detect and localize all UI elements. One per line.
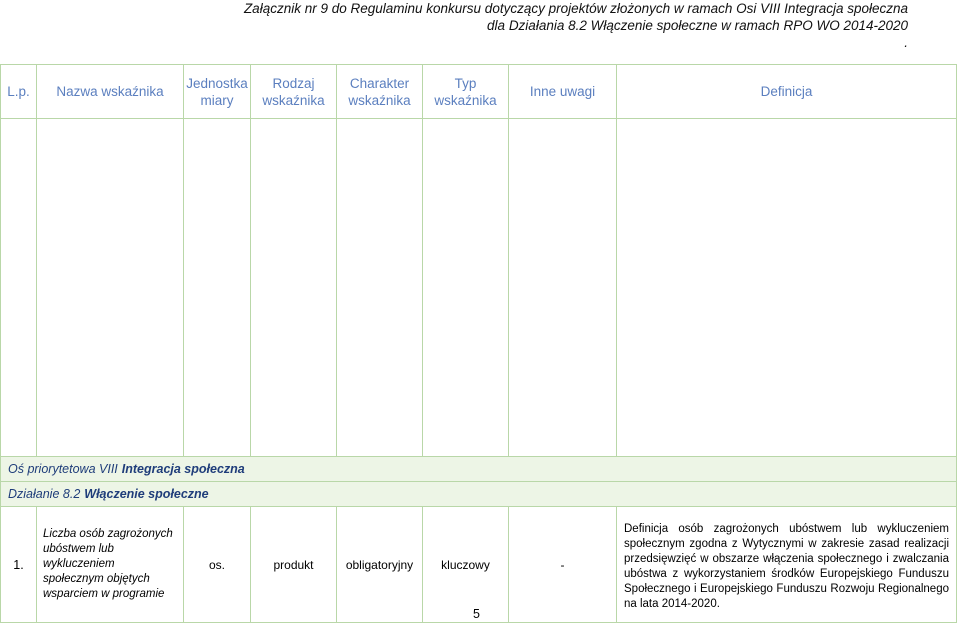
header-line-2: dla Działania 8.2 Włączenie społeczne w … bbox=[487, 18, 908, 33]
header-kind: Rodzaj wskaźnika bbox=[250, 64, 337, 119]
row-notes: - bbox=[508, 506, 617, 623]
row-character: obligatoryjny bbox=[336, 506, 423, 623]
measure-prefix: Działanie 8.2 bbox=[8, 487, 81, 501]
table-header-row: L.p. Nazwa wskaźnika Jednostka miary Rod… bbox=[0, 64, 957, 119]
table-blank-row bbox=[0, 118, 957, 457]
header-character: Charakter wskaźnika bbox=[336, 64, 423, 119]
row-type: kluczowy bbox=[422, 506, 509, 623]
row-name: Liczba osób zagrożonych ubóstwem lub wyk… bbox=[36, 506, 184, 623]
header-line-3: . bbox=[904, 35, 908, 50]
axis-name: Integracja społeczna bbox=[121, 462, 245, 476]
header-lp: L.p. bbox=[0, 64, 37, 119]
header-definition: Definicja bbox=[616, 64, 957, 119]
row-lp: 1. bbox=[0, 506, 37, 623]
page-number: 5 bbox=[473, 607, 480, 621]
row-definition: Definicja osób zagrożonych ubóstwem lub … bbox=[616, 506, 957, 623]
row-unit: os. bbox=[183, 506, 251, 623]
table-row: 1. Liczba osób zagrożonych ubóstwem lub … bbox=[0, 506, 957, 623]
header-unit: Jednostka miary bbox=[183, 64, 251, 119]
axis-row: Oś priorytetowa VIII Integracja społeczna bbox=[0, 456, 957, 482]
header-name: Nazwa wskaźnika bbox=[36, 64, 184, 119]
measure-row: Działanie 8.2 Włączenie społeczne bbox=[0, 481, 957, 507]
header-line-1: Załącznik nr 9 do Regulaminu konkursu do… bbox=[243, 1, 908, 16]
axis-prefix: Oś priorytetowa VIII bbox=[8, 462, 118, 476]
measure-name: Włączenie społeczne bbox=[84, 487, 209, 501]
indicator-table: L.p. Nazwa wskaźnika Jednostka miary Rod… bbox=[0, 64, 957, 623]
header-notes: Inne uwagi bbox=[508, 64, 617, 119]
header-type: Typ wskaźnika bbox=[422, 64, 509, 119]
document-header-note: Załącznik nr 9 do Regulaminu konkursu do… bbox=[244, 0, 908, 51]
row-kind: produkt bbox=[250, 506, 337, 623]
